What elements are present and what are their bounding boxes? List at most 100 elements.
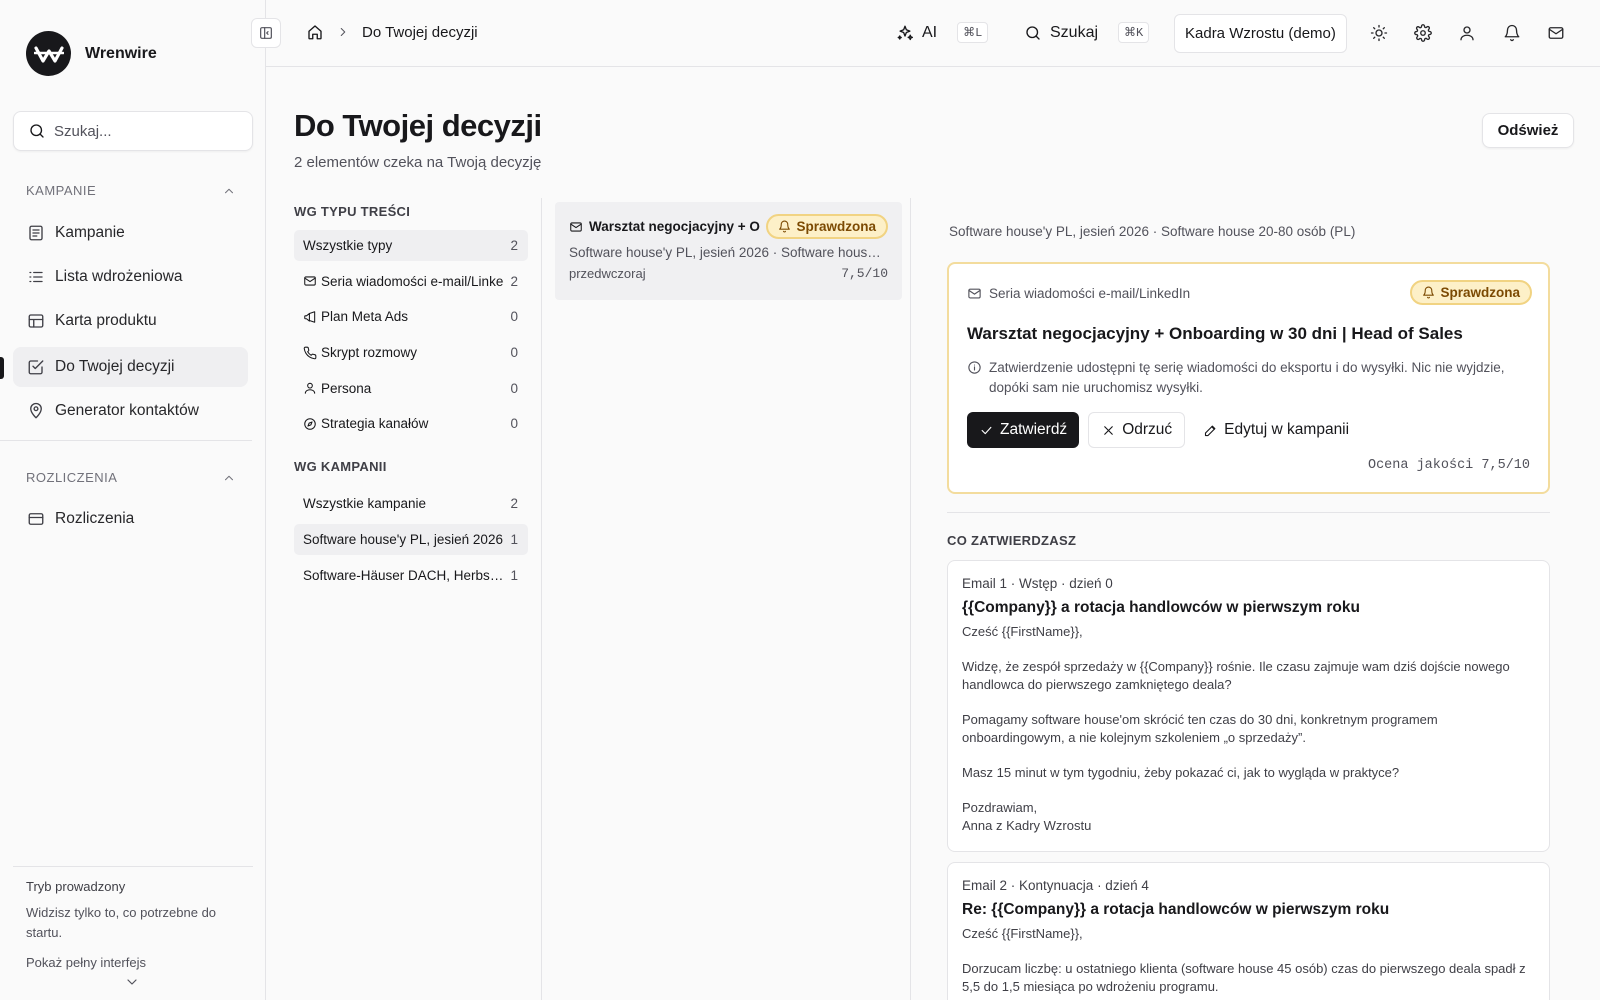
search-label: Szukaj <box>1050 23 1099 41</box>
email-paragraph: Cześć {{FirstName}}, <box>962 926 1083 941</box>
filter-count: 0 <box>510 416 518 432</box>
map-pin-icon <box>27 402 45 420</box>
filter-campaign-dach[interactable]: Software-Häuser DACH, Herbst 2026 1 <box>294 560 528 591</box>
sidebar-item-rozliczenia[interactable]: Rozliczenia <box>13 499 248 539</box>
filter-type-channel-strategy[interactable]: Strategia kanałów 0 <box>294 408 528 439</box>
layout-icon <box>27 312 45 330</box>
section-label: ROZLICZENIA <box>26 470 118 485</box>
filter-campaign-pl[interactable]: Software house'y PL, jesień 2026 1 <box>294 524 528 556</box>
megaphone-icon <box>303 310 317 324</box>
list-item-title: Warsztat negocjacyjny + Onboarding w 30 … <box>589 219 760 234</box>
chevron-up-icon <box>222 184 236 198</box>
reject-button[interactable]: Odrzuć <box>1088 412 1186 448</box>
decision-card: Seria wiadomości e-mail/LinkedIn Sprawdz… <box>947 262 1550 494</box>
filter-type-persona[interactable]: Persona 0 <box>294 373 528 404</box>
sidebar-search[interactable] <box>13 111 253 151</box>
show-full-interface-link[interactable]: Pokaż pełny interfejs <box>26 955 240 970</box>
list-box-icon <box>27 224 45 242</box>
email-paragraph: Pomagamy software house'om skrócić ten c… <box>962 712 1438 745</box>
sidebar-toggle-icon <box>258 25 274 41</box>
sidebar-item-kampanie[interactable]: Kampanie <box>13 213 248 253</box>
collapse-sidebar-button[interactable] <box>251 18 281 48</box>
approve-button[interactable]: Zatwierdź <box>967 412 1080 448</box>
check-icon <box>979 423 994 438</box>
filter-group-label: WG KAMPANII <box>294 459 387 475</box>
mail-icon[interactable] <box>1547 24 1565 42</box>
section-label: KAMPANIE <box>26 183 97 198</box>
sparkles-icon <box>896 24 914 42</box>
detail-divider <box>947 512 1550 513</box>
filter-count: 2 <box>510 238 518 253</box>
user-icon <box>303 381 317 395</box>
search-icon <box>1024 24 1042 42</box>
edit-in-campaign-button[interactable]: Edytuj w kampanii <box>1191 412 1361 448</box>
refresh-button[interactable]: Odśwież <box>1482 113 1574 148</box>
filter-label: Software-Häuser DACH, Herbst 2026 <box>303 567 505 583</box>
email-paragraph: Dorzucam liczbę: u ostatniego klienta (s… <box>962 961 1526 994</box>
app-name: Wrenwire <box>85 44 157 62</box>
workspace-switcher[interactable]: Kadra Wzrostu (demo) <box>1174 14 1347 53</box>
filter-type-all[interactable]: Wszystkie typy 2 <box>294 230 528 261</box>
status-badge-label: Sprawdzona <box>1440 285 1520 300</box>
sidebar-item-do-twojej-decyzji[interactable]: Do Twojej decyzji <box>13 347 248 387</box>
mail-icon <box>569 220 583 234</box>
search-shortcut: ⌘K <box>1118 22 1150 43</box>
checklist-icon <box>27 268 45 286</box>
logo[interactable]: Wrenwire <box>26 31 157 76</box>
sidebar-item-generator-kontaktow[interactable]: Generator kontaktów <box>13 391 248 431</box>
email-body: Cześć {{FirstName}}, Dorzucam liczbę: u … <box>962 925 1535 996</box>
search-icon <box>28 122 46 140</box>
filter-type-call-script[interactable]: Skrypt rozmowy 0 <box>294 337 528 368</box>
decision-title: Warsztat negocjacyjny + Onboarding w 30 … <box>967 324 1463 343</box>
guided-mode-panel: Tryb prowadzony Widzisz tylko to, co pot… <box>13 866 253 990</box>
phone-icon <box>303 346 317 360</box>
filter-campaign-all[interactable]: Wszystkie kampanie 2 <box>294 488 528 519</box>
logo-mark-icon <box>26 31 71 76</box>
filter-label: Strategia kanałów <box>321 416 429 432</box>
user-icon[interactable] <box>1458 24 1476 42</box>
email-paragraph: Widzę, że zespół sprzedaży w {{Company}}… <box>962 659 1510 692</box>
global-search-button[interactable]: Szukaj ⌘K <box>1024 22 1150 43</box>
filter-label: Skrypt rozmowy <box>321 345 418 361</box>
column-divider <box>541 198 542 1000</box>
sidebar-item-lista-wdrozeniowa[interactable]: Lista wdrożeniowa <box>13 257 248 297</box>
page-subtitle: 2 elementów czeka na Twoją decyzję <box>294 154 542 171</box>
chevron-down-icon[interactable] <box>124 974 142 990</box>
filter-count: 1 <box>510 567 518 583</box>
filter-count: 2 <box>510 273 518 289</box>
email-meta: Email 2 · Kontynuacja · dzień 4 <box>962 878 1149 893</box>
sidebar-item-label: Karta produktu <box>55 312 157 329</box>
filter-type-meta-ads[interactable]: Plan Meta Ads 0 <box>294 301 528 332</box>
section-rozliczenia[interactable]: ROZLICZENIA <box>26 470 236 485</box>
email-subject: {{Company}} a rotacja handlowców w pierw… <box>962 599 1360 616</box>
email-paragraph: Pozdrawiam, <box>962 800 1038 815</box>
decision-info: Zatwierdzenie udostępni tę serię wiadomo… <box>967 358 1537 398</box>
bell-icon[interactable] <box>1503 24 1521 42</box>
sidebar-item-karta-produktu[interactable]: Karta produktu <box>13 301 248 341</box>
list-item-score: 7,5/10 <box>841 266 888 281</box>
gear-icon[interactable] <box>1414 24 1432 42</box>
list-item-subtitle: Software house'y PL, jesień 2026 · Softw… <box>569 245 888 260</box>
filter-count: 0 <box>510 309 518 325</box>
list-item[interactable]: Warsztat negocjacyjny + Onboarding w 30 … <box>555 202 902 300</box>
breadcrumb-current: Do Twojej decyzji <box>362 23 478 41</box>
filter-group-label: WG TYPU TREŚCI <box>294 204 411 219</box>
filter-count: 2 <box>510 496 518 512</box>
sidebar-search-input[interactable] <box>54 122 234 140</box>
section-kampanie[interactable]: KAMPANIE <box>26 183 236 198</box>
ai-button[interactable]: AI ⌘L <box>896 22 989 43</box>
chevron-right-icon <box>336 25 350 39</box>
filter-label-wrap: Persona <box>303 381 504 396</box>
home-icon[interactable] <box>306 23 324 41</box>
close-icon <box>1101 423 1116 438</box>
filter-label: Seria wiadomości e-mail/LinkedIn <box>321 273 505 289</box>
pencil-icon <box>1203 423 1218 438</box>
ai-label: AI <box>922 23 938 41</box>
status-badge: Sprawdzona <box>1410 280 1532 305</box>
decision-info-text: Zatwierdzenie udostępni tę serię wiadomo… <box>989 360 1505 395</box>
filter-type-email-series[interactable]: Seria wiadomości e-mail/LinkedIn 2 <box>294 266 528 297</box>
bell-icon <box>1422 286 1435 299</box>
topbar: Do Twojej decyzji AI ⌘L Szukaj ⌘K Kadra … <box>251 0 1600 67</box>
sun-icon[interactable] <box>1370 24 1388 42</box>
active-indicator <box>0 357 4 379</box>
